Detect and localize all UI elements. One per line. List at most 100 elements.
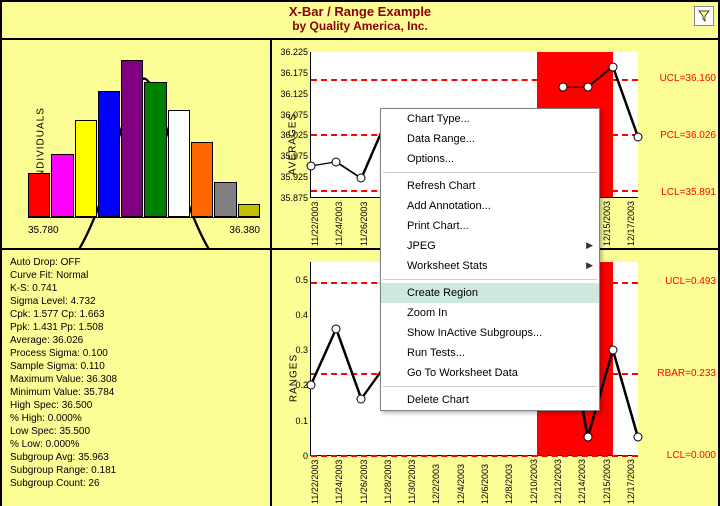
stat-line: Ppk: 1.431 Pp: 1.508 xyxy=(10,321,262,334)
limit-label: LCL=35.891 xyxy=(661,187,716,198)
data-point[interactable] xyxy=(634,132,643,141)
stat-line: Sample Sigma: 0.110 xyxy=(10,360,262,373)
histogram-bar xyxy=(28,173,50,217)
y-tick: 0.3 xyxy=(295,345,308,355)
data-point[interactable] xyxy=(332,324,341,333)
histogram-bar xyxy=(98,91,120,217)
histogram-bar xyxy=(191,142,213,217)
context-menu[interactable]: Chart Type...Data Range...Options... Refr… xyxy=(380,108,600,411)
data-point[interactable] xyxy=(357,174,366,183)
stat-line: Maximum Value: 36.308 xyxy=(10,373,262,386)
data-point[interactable] xyxy=(307,161,316,170)
x-tick: 12/14/2003 xyxy=(577,458,589,504)
data-point[interactable] xyxy=(608,62,617,71)
y-tick: 36.225 xyxy=(280,47,308,57)
menu-item[interactable]: Go To Worksheet Data xyxy=(381,363,599,383)
histogram-bar xyxy=(168,110,190,217)
stat-line: Subgroup Count: 26 xyxy=(10,477,262,490)
limit-label: UCL=36.160 xyxy=(660,73,716,84)
y-tick: 0.4 xyxy=(295,310,308,320)
stats-panel: Auto Drop: OFFCurve Fit: NormalK-S: 0.74… xyxy=(2,250,272,506)
y-tick: 36.075 xyxy=(280,110,308,120)
histogram-bar xyxy=(214,182,236,217)
layout-grid: INDIVIDUALS 35.780 36.380 AVERAGES 35.87… xyxy=(2,40,718,506)
title-line1: X-Bar / Range Example xyxy=(2,4,718,19)
menu-item[interactable]: Refresh Chart xyxy=(381,176,599,196)
menu-item[interactable]: Show InActive Subgroups... xyxy=(381,323,599,343)
x-tick: 12/2/2003 xyxy=(431,458,443,504)
x-tick: 12/17/2003 xyxy=(626,458,638,504)
stat-line: Cpk: 1.577 Cp: 1.663 xyxy=(10,308,262,321)
title-bar: X-Bar / Range Example by Quality America… xyxy=(2,4,718,40)
x-tick: 12/12/2003 xyxy=(553,458,565,504)
limit-label: UCL=0.493 xyxy=(665,276,716,287)
x-tick: 12/15/2003 xyxy=(602,200,614,246)
histogram-bar xyxy=(75,120,97,217)
y-tick: 0.1 xyxy=(295,416,308,426)
stat-line: Low Spec: 35.500 xyxy=(10,425,262,438)
stat-line: Curve Fit: Normal xyxy=(10,269,262,282)
title-line2: by Quality America, Inc. xyxy=(2,19,718,33)
stat-line: High Spec: 36.500 xyxy=(10,399,262,412)
histogram-bar xyxy=(121,60,143,217)
data-point[interactable] xyxy=(357,394,366,403)
menu-item[interactable]: Create Region xyxy=(381,283,599,303)
y-tick: 0 xyxy=(303,451,308,461)
data-point[interactable] xyxy=(558,83,567,92)
menu-item[interactable]: Delete Chart xyxy=(381,390,599,410)
data-point[interactable] xyxy=(634,433,643,442)
stat-line: Sigma Level: 4.732 xyxy=(10,295,262,308)
menu-item[interactable]: Data Range... xyxy=(381,129,599,149)
menu-item[interactable]: JPEG xyxy=(381,236,599,256)
x-tick: 11/28/2003 xyxy=(383,458,395,504)
stat-line: Auto Drop: OFF xyxy=(10,256,262,269)
stat-line: Minimum Value: 35.784 xyxy=(10,386,262,399)
menu-item[interactable]: Add Annotation... xyxy=(381,196,599,216)
stat-line: Subgroup Avg: 35.963 xyxy=(10,451,262,464)
menu-item[interactable]: Print Chart... xyxy=(381,216,599,236)
y-tick: 36.175 xyxy=(280,68,308,78)
histogram-panel[interactable]: INDIVIDUALS 35.780 36.380 xyxy=(2,40,272,250)
menu-item[interactable]: Zoom In xyxy=(381,303,599,323)
x-tick: 12/15/2003 xyxy=(602,458,614,504)
x-tick: 12/4/2003 xyxy=(456,458,468,504)
hist-xmin: 35.780 xyxy=(28,225,59,236)
x-tick: 12/8/2003 xyxy=(504,458,516,504)
limit-label: LCL=0.000 xyxy=(667,450,716,461)
y-tick: 36.125 xyxy=(280,89,308,99)
x-tick: 11/22/2003 xyxy=(310,200,322,246)
data-point[interactable] xyxy=(583,433,592,442)
x-tick: 12/6/2003 xyxy=(480,458,492,504)
stat-line: Average: 36.026 xyxy=(10,334,262,347)
stat-line: K-S: 0.741 xyxy=(10,282,262,295)
stat-line: % High: 0.000% xyxy=(10,412,262,425)
limit-label: PCL=36.026 xyxy=(660,130,716,141)
stat-line: Subgroup Range: 0.181 xyxy=(10,464,262,477)
menu-item[interactable]: Chart Type... xyxy=(381,109,599,129)
app-window: X-Bar / Range Example by Quality America… xyxy=(0,0,720,506)
data-point[interactable] xyxy=(307,380,316,389)
x-tick: 12/17/2003 xyxy=(626,200,638,246)
histogram-bar xyxy=(238,204,260,217)
funnel-icon[interactable] xyxy=(694,6,714,26)
data-point[interactable] xyxy=(608,345,617,354)
histogram-xaxis: 35.780 36.380 xyxy=(28,225,260,236)
histogram-bar xyxy=(144,82,166,217)
stat-line: Process Sigma: 0.100 xyxy=(10,347,262,360)
x-tick: 12/10/2003 xyxy=(529,458,541,504)
y-tick: 35.925 xyxy=(280,172,308,182)
y-tick: 0.5 xyxy=(295,275,308,285)
menu-item[interactable]: Run Tests... xyxy=(381,343,599,363)
y-tick: 36.025 xyxy=(280,130,308,140)
hist-xmax: 36.380 xyxy=(229,225,260,236)
x-tick: 11/26/2003 xyxy=(359,200,371,246)
menu-item[interactable]: Options... xyxy=(381,149,599,169)
histogram-plot xyxy=(28,60,260,218)
x-tick: 11/24/2003 xyxy=(334,200,346,246)
menu-item[interactable]: Worksheet Stats xyxy=(381,256,599,276)
y-tick: 35.975 xyxy=(280,151,308,161)
data-point[interactable] xyxy=(583,83,592,92)
data-point[interactable] xyxy=(332,157,341,166)
histogram-bar xyxy=(51,154,73,217)
x-tick: 11/26/2003 xyxy=(359,458,371,504)
